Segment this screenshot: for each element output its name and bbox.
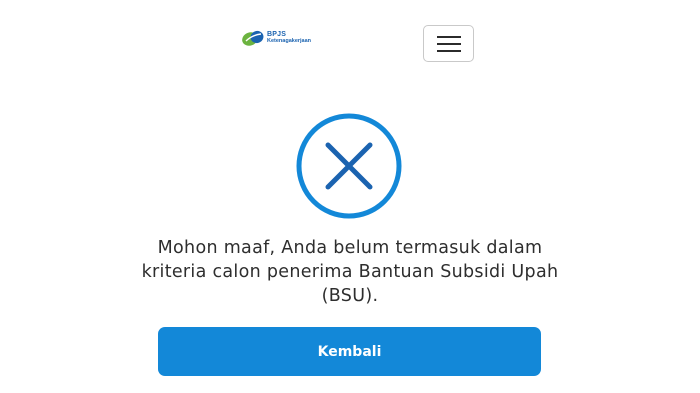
status-message: Mohon maaf, Anda belum termasuk dalam kr… (141, 238, 559, 306)
page: BPJS Ketenagakerjaan Mohon maaf, Anda be… (0, 0, 700, 393)
bpjs-logo-mark-icon (241, 29, 265, 47)
close-circle-icon (295, 112, 403, 220)
logo-subtitle: Ketenagakerjaan (267, 38, 312, 45)
logo-brand: BPJS (267, 31, 287, 39)
menu-toggle-button[interactable] (423, 25, 474, 62)
kembali-button[interactable]: Kembali (158, 327, 541, 376)
bpjs-logo[interactable]: BPJS Ketenagakerjaan (241, 27, 311, 49)
kembali-button-label: Kembali (317, 343, 382, 360)
logo-text: BPJS Ketenagakerjaan (267, 31, 311, 45)
hamburger-menu-icon (436, 35, 461, 52)
